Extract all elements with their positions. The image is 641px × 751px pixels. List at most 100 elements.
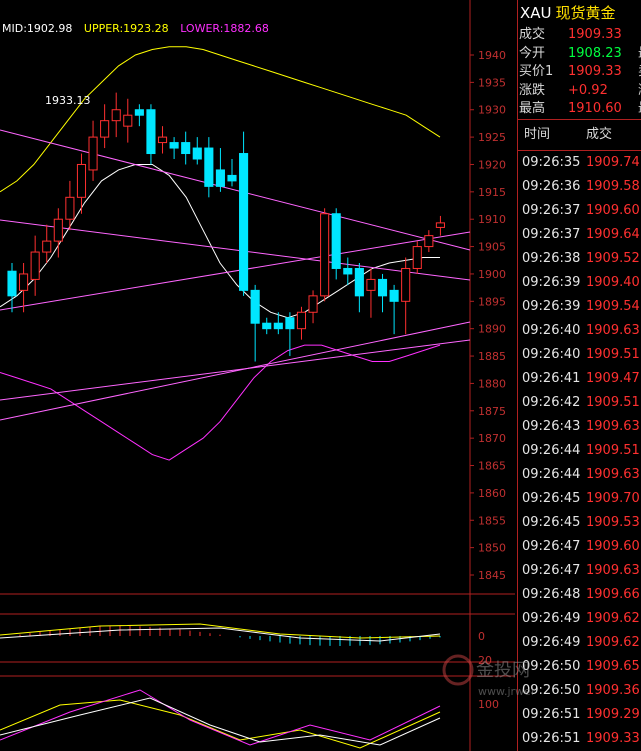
tick-row[interactable]: 09:26:37 1909.64 — [518, 223, 641, 247]
tick-price: 1909.74 — [586, 154, 640, 170]
trend-line — [0, 321, 471, 421]
quote-row: 最高1910.60最 — [518, 100, 641, 119]
candle-body — [111, 109, 121, 122]
candle-body — [296, 311, 307, 330]
tick-row[interactable]: 09:26:40 1909.63 — [518, 319, 641, 343]
tick-row[interactable]: 09:26:49 1909.62 — [518, 631, 641, 655]
tick-time: 09:26:40 — [522, 322, 581, 338]
candle-body — [100, 120, 110, 138]
candle-body — [273, 322, 283, 330]
y-tick-label: 1905 — [478, 241, 506, 254]
tick-time: 09:26:39 — [522, 298, 581, 314]
tick-time: 09:26:51 — [522, 730, 581, 746]
y-tick-label: 1925 — [478, 131, 506, 144]
candle-body — [181, 142, 191, 155]
tick-row[interactable]: 09:26:36 1909.58 — [518, 175, 641, 199]
candle-body — [215, 169, 225, 187]
symbol-title: XAU 现货黄金 — [518, 0, 641, 26]
quote-row: 涨跌+0.92涨 — [518, 82, 641, 101]
candle-body — [204, 147, 214, 187]
tick-row[interactable]: 09:26:47 1909.63 — [518, 559, 641, 583]
tick-row[interactable]: 09:26:45 1909.70 — [518, 487, 641, 511]
tick-row[interactable]: 09:26:39 1909.54 — [518, 295, 641, 319]
tick-time: 09:26:45 — [522, 490, 581, 506]
tick-row[interactable]: 09:26:41 1909.47 — [518, 367, 641, 391]
tick-time: 09:26:49 — [522, 610, 581, 626]
tick-row[interactable]: 09:26:50 1909.65 — [518, 655, 641, 679]
tick-row[interactable]: 09:26:43 1909.63 — [518, 415, 641, 439]
tick-row[interactable]: 09:26:50 1909.36 — [518, 679, 641, 703]
tick-row[interactable]: 09:26:38 1909.52 — [518, 247, 641, 271]
tick-price: 1909.60 — [586, 202, 640, 218]
symbol-code: XAU — [520, 4, 552, 22]
candle-body — [320, 213, 330, 297]
quote-value: 1909.33 — [568, 64, 622, 79]
header-price: 成交 — [586, 126, 613, 142]
candle-body — [239, 153, 249, 291]
candle-body — [88, 136, 98, 171]
tick-row[interactable]: 09:26:51 1909.29 — [518, 703, 641, 727]
tick-table[interactable]: 09:26:35 1909.74 09:26:36 1909.58 09:26:37 19… — [518, 151, 641, 751]
tick-price: 1909.63 — [586, 322, 640, 338]
tick-row[interactable]: 09:26:51 1909.33 — [518, 727, 641, 751]
tick-price: 1909.63 — [586, 466, 640, 482]
candle-body — [30, 251, 40, 280]
tick-price: 1909.60 — [586, 538, 640, 554]
candle-body — [285, 317, 295, 330]
tick-price: 1909.40 — [586, 274, 640, 290]
tick-row[interactable]: 09:26:44 1909.63 — [518, 463, 641, 487]
candle-body — [42, 240, 52, 253]
y-tick-label: 1870 — [478, 432, 506, 445]
y-tick-label: 1910 — [478, 213, 506, 226]
high-annotation: 1933.13 — [45, 94, 91, 107]
candle-body — [123, 114, 133, 127]
legend-lower: LOWER:1882.68 — [180, 22, 269, 35]
tick-row[interactable]: 09:26:47 1909.60 — [518, 535, 641, 559]
tick-price: 1909.70 — [586, 490, 640, 506]
stoch-d-line — [0, 689, 441, 746]
candle-body — [401, 267, 411, 302]
bollinger-legend: MID:1902.98 UPPER:1923.28 LOWER:1882.68 — [2, 22, 277, 35]
tick-price: 1909.47 — [586, 370, 640, 386]
y-tick-label: 1890 — [478, 323, 506, 336]
watermark-url: www.jrwei.com — [478, 685, 535, 698]
legend-upper: UPPER:1923.28 — [83, 22, 169, 35]
tick-row[interactable]: 09:26:42 1909.51 — [518, 391, 641, 415]
y-tick-label: 1860 — [478, 487, 506, 500]
tick-price: 1909.64 — [586, 226, 640, 242]
tick-price: 1909.62 — [586, 610, 640, 626]
tick-row[interactable]: 09:26:49 1909.62 — [518, 607, 641, 631]
tick-row[interactable]: 09:26:35 1909.74 — [518, 151, 641, 175]
y-tick-label: 1875 — [478, 405, 506, 418]
tick-time: 09:26:38 — [522, 250, 581, 266]
tick-price: 1909.36 — [586, 682, 640, 698]
tick-price: 1909.65 — [586, 658, 640, 674]
y-tick-label: 1915 — [478, 186, 506, 199]
watermark-text: 金投网 — [476, 660, 530, 681]
y-tick-label: 1850 — [478, 542, 506, 555]
tick-time: 09:26:48 — [522, 586, 581, 602]
tick-row[interactable]: 09:26:37 1909.60 — [518, 199, 641, 223]
tick-row[interactable]: 09:26:48 1909.66 — [518, 583, 641, 607]
tick-time: 09:26:36 — [522, 178, 581, 194]
tick-row[interactable]: 09:26:44 1909.51 — [518, 439, 641, 463]
tick-price: 1909.63 — [586, 418, 640, 434]
lower-band-line — [0, 344, 441, 461]
tick-price: 1909.53 — [586, 514, 640, 530]
tick-time: 09:26:45 — [522, 514, 581, 530]
candle-body — [412, 246, 422, 269]
tick-row[interactable]: 09:26:40 1909.51 — [518, 343, 641, 367]
tick-price: 1909.54 — [586, 298, 640, 314]
tick-time: 09:26:44 — [522, 442, 581, 458]
candle-body — [169, 142, 179, 149]
tick-row[interactable]: 09:26:39 1909.40 — [518, 271, 641, 295]
quote-value: 1908.23 — [568, 45, 622, 61]
tick-time: 09:26:35 — [522, 154, 581, 170]
tick-time: 09:26:40 — [522, 346, 581, 362]
candle-body — [343, 267, 353, 275]
tick-row[interactable]: 09:26:45 1909.53 — [518, 511, 641, 535]
quote-label: 最高 — [519, 101, 546, 116]
watermark-circle — [442, 654, 474, 686]
tick-time: 09:26:39 — [522, 274, 581, 290]
quote-row: 成交 1909.33 — [518, 26, 641, 45]
